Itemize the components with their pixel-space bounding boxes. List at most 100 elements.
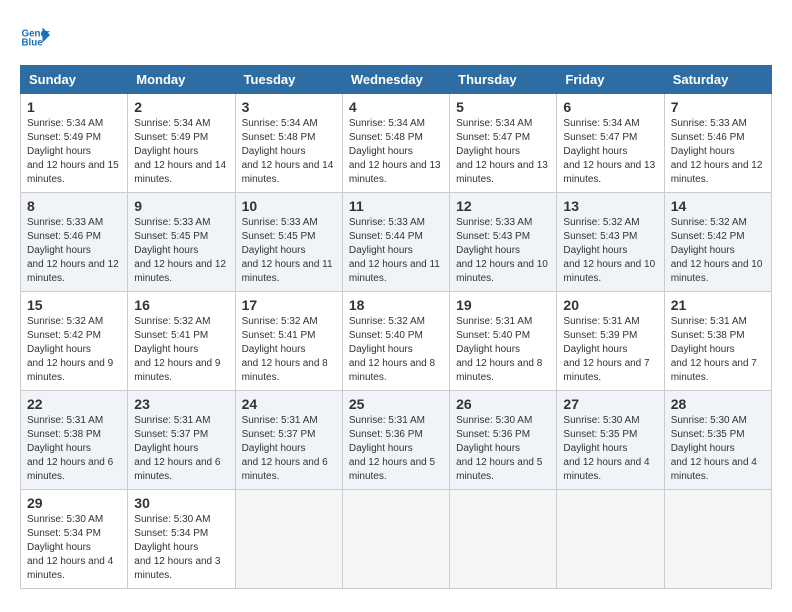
day-info: Sunrise: 5:32 AM Sunset: 5:43 PM Dayligh…	[563, 216, 657, 286]
weekday-header-friday: Friday	[557, 66, 664, 94]
calendar-day-cell: 7 Sunrise: 5:33 AM Sunset: 5:46 PM Dayli…	[664, 94, 771, 193]
day-number: 1	[27, 99, 121, 115]
calendar-day-cell: 30 Sunrise: 5:30 AM Sunset: 5:34 PM Dayl…	[128, 490, 235, 589]
calendar-day-cell: 9 Sunrise: 5:33 AM Sunset: 5:45 PM Dayli…	[128, 193, 235, 292]
day-number: 18	[349, 297, 443, 313]
day-info: Sunrise: 5:33 AM Sunset: 5:45 PM Dayligh…	[242, 216, 336, 286]
calendar-day-cell: 16 Sunrise: 5:32 AM Sunset: 5:41 PM Dayl…	[128, 292, 235, 391]
calendar-day-cell: 14 Sunrise: 5:32 AM Sunset: 5:42 PM Dayl…	[664, 193, 771, 292]
day-info: Sunrise: 5:32 AM Sunset: 5:41 PM Dayligh…	[242, 315, 336, 385]
weekday-header-thursday: Thursday	[450, 66, 557, 94]
calendar-day-cell: 27 Sunrise: 5:30 AM Sunset: 5:35 PM Dayl…	[557, 391, 664, 490]
day-number: 26	[456, 396, 550, 412]
day-info: Sunrise: 5:30 AM Sunset: 5:34 PM Dayligh…	[27, 513, 121, 583]
day-info: Sunrise: 5:31 AM Sunset: 5:37 PM Dayligh…	[134, 414, 228, 484]
calendar-day-cell: 2 Sunrise: 5:34 AM Sunset: 5:49 PM Dayli…	[128, 94, 235, 193]
calendar-day-cell: 8 Sunrise: 5:33 AM Sunset: 5:46 PM Dayli…	[21, 193, 128, 292]
day-number: 16	[134, 297, 228, 313]
weekday-header-sunday: Sunday	[21, 66, 128, 94]
logo: General Blue	[20, 20, 54, 50]
day-number: 30	[134, 495, 228, 511]
calendar-week-row: 29 Sunrise: 5:30 AM Sunset: 5:34 PM Dayl…	[21, 490, 772, 589]
weekday-header-tuesday: Tuesday	[235, 66, 342, 94]
day-info: Sunrise: 5:30 AM Sunset: 5:34 PM Dayligh…	[134, 513, 228, 583]
day-info: Sunrise: 5:33 AM Sunset: 5:45 PM Dayligh…	[134, 216, 228, 286]
calendar-week-row: 15 Sunrise: 5:32 AM Sunset: 5:42 PM Dayl…	[21, 292, 772, 391]
calendar-day-cell: 18 Sunrise: 5:32 AM Sunset: 5:40 PM Dayl…	[342, 292, 449, 391]
calendar-day-cell: 5 Sunrise: 5:34 AM Sunset: 5:47 PM Dayli…	[450, 94, 557, 193]
weekday-header-row: SundayMondayTuesdayWednesdayThursdayFrid…	[21, 66, 772, 94]
calendar-day-cell: 20 Sunrise: 5:31 AM Sunset: 5:39 PM Dayl…	[557, 292, 664, 391]
day-number: 10	[242, 198, 336, 214]
day-info: Sunrise: 5:34 AM Sunset: 5:49 PM Dayligh…	[134, 117, 228, 187]
calendar-day-cell: 23 Sunrise: 5:31 AM Sunset: 5:37 PM Dayl…	[128, 391, 235, 490]
calendar-day-cell: 10 Sunrise: 5:33 AM Sunset: 5:45 PM Dayl…	[235, 193, 342, 292]
day-number: 21	[671, 297, 765, 313]
calendar-day-cell: 13 Sunrise: 5:32 AM Sunset: 5:43 PM Dayl…	[557, 193, 664, 292]
day-number: 7	[671, 99, 765, 115]
day-number: 19	[456, 297, 550, 313]
day-number: 23	[134, 396, 228, 412]
day-number: 27	[563, 396, 657, 412]
day-info: Sunrise: 5:33 AM Sunset: 5:43 PM Dayligh…	[456, 216, 550, 286]
calendar-day-cell	[235, 490, 342, 589]
day-info: Sunrise: 5:31 AM Sunset: 5:37 PM Dayligh…	[242, 414, 336, 484]
day-number: 11	[349, 198, 443, 214]
day-info: Sunrise: 5:32 AM Sunset: 5:42 PM Dayligh…	[27, 315, 121, 385]
calendar-day-cell: 25 Sunrise: 5:31 AM Sunset: 5:36 PM Dayl…	[342, 391, 449, 490]
calendar-day-cell: 1 Sunrise: 5:34 AM Sunset: 5:49 PM Dayli…	[21, 94, 128, 193]
day-info: Sunrise: 5:32 AM Sunset: 5:40 PM Dayligh…	[349, 315, 443, 385]
day-info: Sunrise: 5:34 AM Sunset: 5:49 PM Dayligh…	[27, 117, 121, 187]
day-number: 8	[27, 198, 121, 214]
day-number: 2	[134, 99, 228, 115]
day-number: 17	[242, 297, 336, 313]
calendar-day-cell	[450, 490, 557, 589]
day-info: Sunrise: 5:33 AM Sunset: 5:44 PM Dayligh…	[349, 216, 443, 286]
day-info: Sunrise: 5:34 AM Sunset: 5:48 PM Dayligh…	[349, 117, 443, 187]
day-info: Sunrise: 5:30 AM Sunset: 5:35 PM Dayligh…	[563, 414, 657, 484]
calendar-day-cell	[342, 490, 449, 589]
day-number: 12	[456, 198, 550, 214]
day-info: Sunrise: 5:32 AM Sunset: 5:41 PM Dayligh…	[134, 315, 228, 385]
weekday-header-wednesday: Wednesday	[342, 66, 449, 94]
calendar-week-row: 8 Sunrise: 5:33 AM Sunset: 5:46 PM Dayli…	[21, 193, 772, 292]
day-number: 25	[349, 396, 443, 412]
calendar-day-cell: 29 Sunrise: 5:30 AM Sunset: 5:34 PM Dayl…	[21, 490, 128, 589]
logo-icon: General Blue	[20, 20, 50, 50]
calendar-day-cell: 11 Sunrise: 5:33 AM Sunset: 5:44 PM Dayl…	[342, 193, 449, 292]
day-number: 20	[563, 297, 657, 313]
day-info: Sunrise: 5:34 AM Sunset: 5:47 PM Dayligh…	[456, 117, 550, 187]
day-number: 9	[134, 198, 228, 214]
day-number: 13	[563, 198, 657, 214]
day-number: 15	[27, 297, 121, 313]
calendar-day-cell: 22 Sunrise: 5:31 AM Sunset: 5:38 PM Dayl…	[21, 391, 128, 490]
day-number: 22	[27, 396, 121, 412]
day-info: Sunrise: 5:30 AM Sunset: 5:36 PM Dayligh…	[456, 414, 550, 484]
day-info: Sunrise: 5:32 AM Sunset: 5:42 PM Dayligh…	[671, 216, 765, 286]
day-number: 6	[563, 99, 657, 115]
calendar-day-cell: 21 Sunrise: 5:31 AM Sunset: 5:38 PM Dayl…	[664, 292, 771, 391]
calendar-day-cell: 26 Sunrise: 5:30 AM Sunset: 5:36 PM Dayl…	[450, 391, 557, 490]
calendar-day-cell: 28 Sunrise: 5:30 AM Sunset: 5:35 PM Dayl…	[664, 391, 771, 490]
day-number: 14	[671, 198, 765, 214]
calendar-day-cell: 24 Sunrise: 5:31 AM Sunset: 5:37 PM Dayl…	[235, 391, 342, 490]
calendar-day-cell: 17 Sunrise: 5:32 AM Sunset: 5:41 PM Dayl…	[235, 292, 342, 391]
weekday-header-saturday: Saturday	[664, 66, 771, 94]
weekday-header-monday: Monday	[128, 66, 235, 94]
day-number: 5	[456, 99, 550, 115]
day-info: Sunrise: 5:33 AM Sunset: 5:46 PM Dayligh…	[27, 216, 121, 286]
calendar-day-cell: 4 Sunrise: 5:34 AM Sunset: 5:48 PM Dayli…	[342, 94, 449, 193]
day-number: 24	[242, 396, 336, 412]
calendar-day-cell: 12 Sunrise: 5:33 AM Sunset: 5:43 PM Dayl…	[450, 193, 557, 292]
calendar-day-cell: 6 Sunrise: 5:34 AM Sunset: 5:47 PM Dayli…	[557, 94, 664, 193]
day-info: Sunrise: 5:34 AM Sunset: 5:48 PM Dayligh…	[242, 117, 336, 187]
day-info: Sunrise: 5:30 AM Sunset: 5:35 PM Dayligh…	[671, 414, 765, 484]
calendar-day-cell	[557, 490, 664, 589]
day-number: 3	[242, 99, 336, 115]
day-info: Sunrise: 5:34 AM Sunset: 5:47 PM Dayligh…	[563, 117, 657, 187]
calendar-day-cell: 19 Sunrise: 5:31 AM Sunset: 5:40 PM Dayl…	[450, 292, 557, 391]
day-info: Sunrise: 5:31 AM Sunset: 5:40 PM Dayligh…	[456, 315, 550, 385]
day-number: 4	[349, 99, 443, 115]
day-info: Sunrise: 5:31 AM Sunset: 5:38 PM Dayligh…	[27, 414, 121, 484]
calendar-day-cell: 3 Sunrise: 5:34 AM Sunset: 5:48 PM Dayli…	[235, 94, 342, 193]
